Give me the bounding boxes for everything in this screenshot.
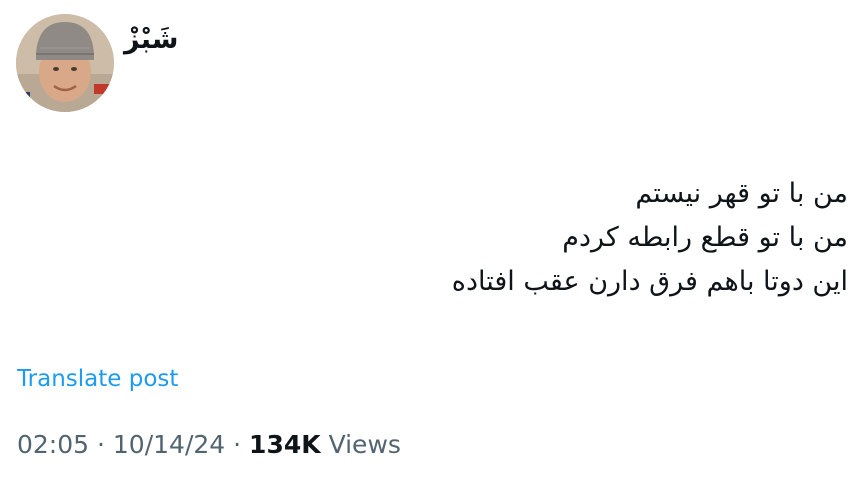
post-time[interactable]: 02:05 (17, 430, 89, 459)
author-avatar[interactable] (16, 14, 114, 112)
post-line: من با تو قطع رابطه کردم (562, 222, 848, 253)
author-display-name[interactable]: شَبْزْ (124, 24, 178, 55)
post-date[interactable]: 10/14/24 (113, 430, 225, 459)
avatar-image (16, 14, 114, 112)
post-line: این دوتا باهم فرق دارن عقب افتاده (451, 266, 848, 297)
views-label: Views (328, 430, 401, 459)
translate-post-link[interactable]: Translate post (17, 366, 178, 392)
meta-separator: · (97, 430, 105, 459)
post-text: من با تو قهر نیستم من با تو قطع رابطه کر… (48, 172, 848, 304)
post-line: من با تو قهر نیستم (635, 178, 848, 209)
meta-separator: · (233, 430, 242, 459)
views-count: 134K (249, 430, 321, 459)
post-metadata: 02:05 · 10/14/24 · 134K Views (17, 430, 401, 459)
